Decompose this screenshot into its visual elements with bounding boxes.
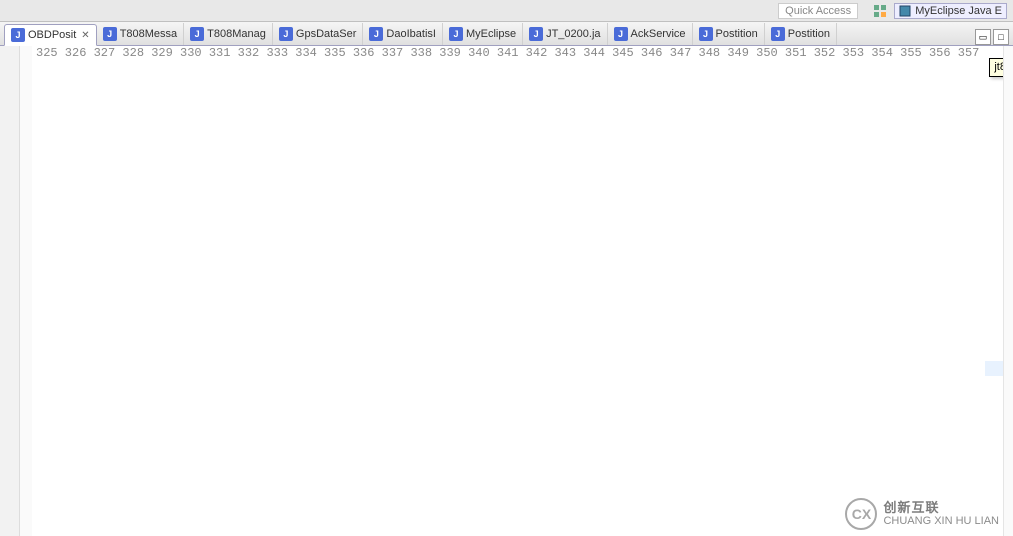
close-icon[interactable]: ✕ (81, 30, 89, 41)
java-file-icon: J (614, 27, 628, 41)
code-line[interactable]: case 0x0B: //进气歧管绝对压力：0 - 500 kPa，2字节 (985, 271, 1003, 286)
java-file-icon: J (11, 28, 25, 42)
minimize-button[interactable]: ▭ (975, 29, 991, 45)
code-line[interactable]: setOBDAirMassFlow((short)BitConverter.To… (985, 421, 1003, 436)
java-file-icon: J (190, 27, 204, 41)
overview-ruler[interactable] (1003, 46, 1013, 536)
tab-label: DaoIbatisI (386, 28, 436, 40)
editor-area: 325 326 327 328 329 330 331 332 333 334 … (0, 46, 1013, 536)
watermark-brand: 创新互联 (883, 501, 999, 515)
java-file-icon: J (103, 27, 117, 41)
code-editor[interactable]: jt808Server/src/com/ltmonitor/jt808/prot… (985, 46, 1003, 536)
java-file-icon: J (369, 27, 383, 41)
java-file-icon: J (529, 27, 543, 41)
editor-window-controls: ▭ □ (975, 29, 1013, 45)
tab-label: OBDPosit (28, 29, 76, 41)
watermark-sub: CHUANG XIN HU LIAN (883, 515, 999, 527)
code-line[interactable]: case 0x0E: //节气门绝对位置：0 - 100 %，1字节 (985, 451, 1003, 466)
perspective-button[interactable]: MyEclipse Java E (894, 3, 1007, 19)
code-line[interactable]: //setOBDInletTemperature((short)((additi… (985, 346, 1003, 361)
editor-tab[interactable]: JT808Messa (97, 23, 184, 45)
code-line[interactable]: case 0x09: //冷却液温度：-60 - 250℃ 有符号整数，2字节 (985, 151, 1003, 166)
editor-tab[interactable]: JOBDPosit ✕ (4, 24, 97, 46)
code-line[interactable]: case 0x0A: //燃油压力：0 - 999 kPa，2字节 (985, 211, 1003, 226)
editor-tab-bar: JOBDPosit✕JT808MessaJT808ManagJGpsDataSe… (0, 22, 1013, 46)
perspective-label: MyEclipse Java E (915, 5, 1002, 17)
editor-tab[interactable]: JGpsDataSer (273, 23, 364, 45)
tab-label: JT_0200.ja (546, 28, 600, 40)
folding-bar[interactable] (20, 46, 32, 536)
java-file-icon: J (699, 27, 713, 41)
tab-label: GpsDataSer (296, 28, 357, 40)
code-line[interactable]: break; (985, 136, 1003, 151)
top-toolbar: Quick Access MyEclipse Java E (0, 0, 1013, 22)
code-line[interactable]: case 0x0C: //进气温度：-60 - 250℃ 有符号整数，2字节 (985, 331, 1003, 346)
maximize-button[interactable]: □ (993, 29, 1009, 45)
code-line[interactable]: break; (985, 196, 1003, 211)
editor-tab[interactable]: JJT_0200.ja (523, 23, 607, 45)
editor-tab[interactable]: JPostition (765, 23, 837, 45)
file-path-tooltip: jt808Server/src/com/ltmonitor/jt808/prot… (989, 58, 1003, 77)
editor-tab[interactable]: JAckService (608, 23, 693, 45)
editor-tab[interactable]: JMyEclipse (443, 23, 523, 45)
editor-tab[interactable]: JT808Manag (184, 23, 273, 45)
code-line[interactable]: break; (985, 376, 1003, 391)
editor-tab[interactable]: JPostition (693, 23, 765, 45)
editor-tab[interactable]: JDaoIbatisI (363, 23, 443, 45)
tab-label: MyEclipse (466, 28, 516, 40)
tab-label: T808Manag (207, 28, 266, 40)
watermark: CX 创新互联 CHUANG XIN HU LIAN (845, 498, 999, 530)
tab-label: AckService (631, 28, 686, 40)
code-line[interactable]: case 0x0D: //进气流量：0 - 999 g/s，2字节 (985, 391, 1003, 406)
marker-bar[interactable] (0, 46, 20, 536)
code-line[interactable]: break; (985, 256, 1003, 271)
code-line[interactable]: break; (985, 316, 1003, 331)
java-file-icon: J (279, 27, 293, 41)
code-line[interactable]: setOBDThrottlePosition((byte)(additional… (985, 466, 1003, 481)
code-line[interactable]: setOBDCoolantTemperature((short)BitConve… (985, 181, 1003, 196)
open-perspective-icon[interactable] (872, 3, 888, 19)
java-file-icon: J (771, 27, 785, 41)
java-file-icon: J (449, 27, 463, 41)
code-line[interactable]: break; (985, 481, 1003, 496)
tab-label: T808Messa (120, 28, 177, 40)
code-line[interactable]: //setOBDFuelPressure((short)((additional… (985, 226, 1003, 241)
code-line[interactable]: //setOBDInletBranchPressure((short)((add… (985, 286, 1003, 301)
tab-label: Postition (788, 28, 830, 40)
watermark-logo-icon: CX (845, 498, 877, 530)
quick-access-box[interactable]: Quick Access (778, 3, 858, 19)
code-line[interactable]: //setOBDAirMassFlow((short)((additionalB… (985, 406, 1003, 421)
line-number-ruler[interactable]: 325 326 327 328 329 330 331 332 333 334 … (32, 46, 985, 536)
code-line[interactable]: setOBDFuelPressure((short)BitConverter.T… (985, 241, 1003, 256)
code-line[interactable]: break; (985, 436, 1003, 451)
code-line[interactable]: //setOBDCoolantTemperature((short)((addi… (985, 166, 1003, 181)
code-line[interactable]: setOBDInletTemperature((short)BitConvert… (985, 361, 1003, 376)
tab-label: Postition (716, 28, 758, 40)
code-line[interactable]: setOBDInletBranchPressure((short)BitConv… (985, 301, 1003, 316)
code-line[interactable]: setObjEngineLoad((byte)(additionalBytes[… (985, 121, 1003, 136)
